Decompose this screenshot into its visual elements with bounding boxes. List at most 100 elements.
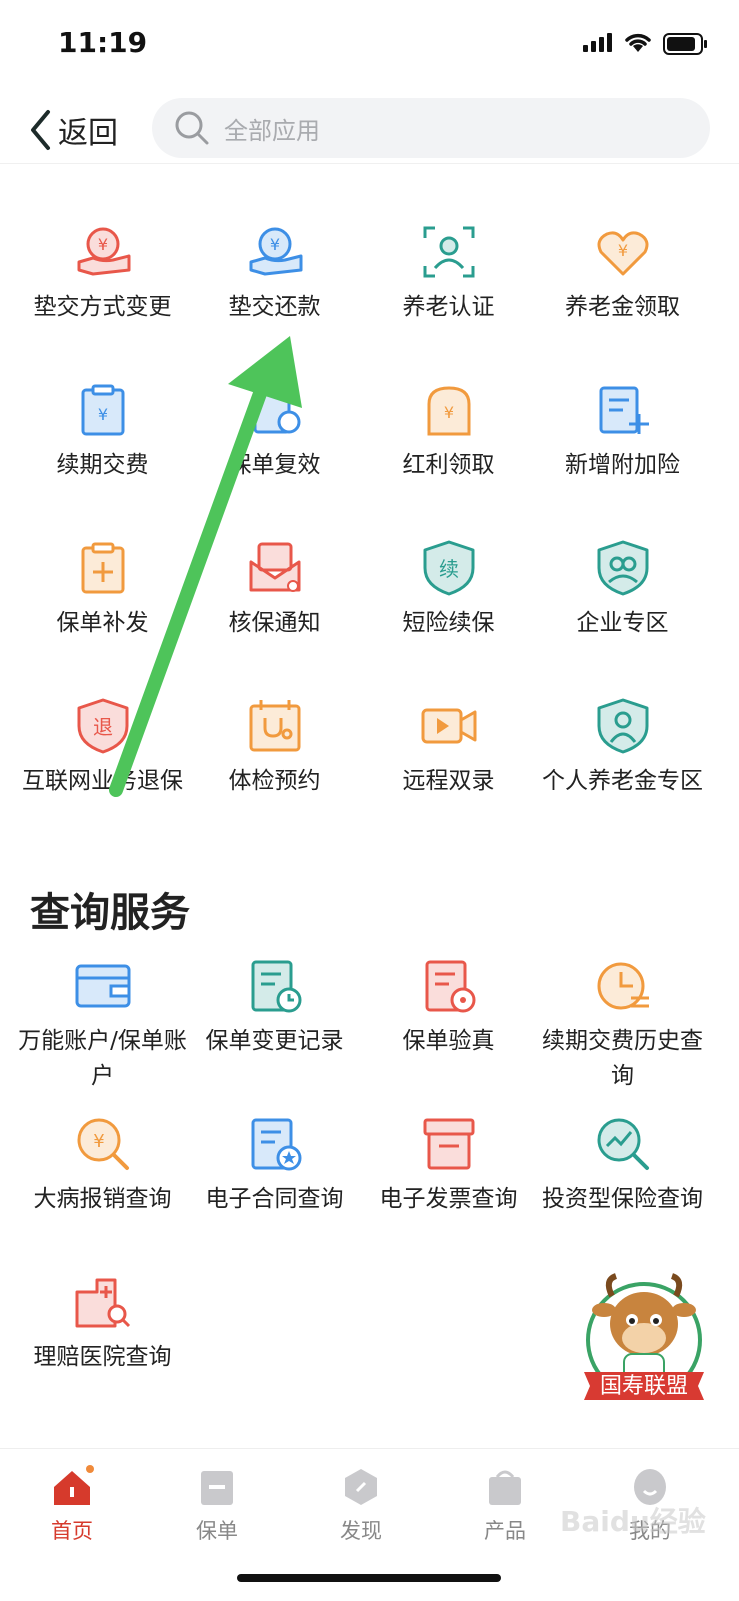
service-item[interactable]: 保单复效 xyxy=(186,380,363,483)
service-item[interactable]: 远程双录 xyxy=(360,696,537,799)
service-label: 大病报销查询 xyxy=(33,1186,172,1212)
svg-text:¥: ¥ xyxy=(443,403,453,422)
clipboard-plus-icon xyxy=(81,542,124,594)
product-bag-icon xyxy=(489,1470,521,1505)
search-placeholder: 全部应用 xyxy=(224,116,320,145)
heart-rmb-icon: ¥ xyxy=(597,231,648,276)
service-item[interactable]: 电子发票查询 xyxy=(360,1114,537,1217)
service-label: 个人养老金专区 xyxy=(542,768,703,794)
service-label: 投资型保险查询 xyxy=(542,1186,703,1212)
service-item[interactable]: 电子合同查询 xyxy=(186,1114,363,1217)
svg-text:退: 退 xyxy=(93,715,113,739)
top-bar: 返回 全部应用 xyxy=(0,92,739,164)
service-label: 续期交费 xyxy=(56,452,149,478)
service-label: 电子合同查询 xyxy=(205,1186,344,1212)
tab-home[interactable]: 首页 xyxy=(22,1465,122,1545)
shield-elder-icon xyxy=(597,698,648,754)
tab-label: 首页 xyxy=(51,1519,93,1543)
signal-icon xyxy=(583,33,612,52)
service-item[interactable]: 体检预约 xyxy=(186,696,363,799)
service-item[interactable]: 理赔医院查询 xyxy=(14,1272,191,1375)
calendar-stethoscope-icon xyxy=(249,700,300,752)
tab-policy[interactable]: 保单 xyxy=(167,1465,267,1545)
service-label: 体检预约 xyxy=(228,768,321,794)
tab-product-bag[interactable]: 产品 xyxy=(455,1465,555,1545)
search-icon xyxy=(175,111,209,145)
service-label: 保单验真 xyxy=(402,1028,495,1054)
face-scan-icon xyxy=(423,226,474,278)
service-label: 短险续保 xyxy=(402,610,495,636)
service-item[interactable]: 退互联网业务退保 xyxy=(14,696,191,799)
service-item[interactable]: 养老认证 xyxy=(360,222,537,325)
service-label: 红利领取 xyxy=(402,452,495,478)
service-item[interactable]: ¥ 养老金领取 xyxy=(534,222,711,325)
service-label: 电子发票查询 xyxy=(379,1186,518,1212)
service-item[interactable]: ¥ 红利领取 xyxy=(360,380,537,483)
clock-pie-icon xyxy=(597,962,649,1010)
service-label: 核保通知 xyxy=(228,610,321,636)
svg-text:¥: ¥ xyxy=(617,241,627,260)
invoice-box-icon xyxy=(423,1118,474,1170)
service-item[interactable]: 续期交费历史查询 xyxy=(534,956,711,1094)
document-refresh-icon xyxy=(253,386,300,434)
mascot-banner-text: 国寿联盟 xyxy=(599,1374,688,1399)
header-divider xyxy=(0,163,739,164)
service-item[interactable]: ¥ 垫交还款 xyxy=(186,222,363,325)
service-item[interactable]: 保单变更记录 xyxy=(186,956,363,1059)
envelope-user-icon xyxy=(249,542,300,592)
service-label: 理赔医院查询 xyxy=(33,1344,172,1370)
document-plus-icon xyxy=(599,386,649,434)
tab-label: 产品 xyxy=(484,1519,526,1543)
shield-group-icon xyxy=(597,540,648,596)
service-item[interactable]: 新增附加险 xyxy=(534,380,711,483)
status-time: 11:19 xyxy=(58,26,148,59)
document-clock-icon xyxy=(251,960,301,1013)
service-item[interactable]: ¥ 垫交方式变更 xyxy=(14,222,191,325)
service-item[interactable]: 投资型保险查询 xyxy=(534,1114,711,1217)
service-item[interactable]: ¥ 续期交费 xyxy=(14,380,191,483)
service-item[interactable]: 保单补发 xyxy=(14,538,191,641)
service-label: 垫交方式变更 xyxy=(33,294,172,320)
service-item[interactable]: 个人养老金专区 xyxy=(534,696,711,799)
service-label: 保单变更记录 xyxy=(205,1028,344,1054)
service-label: 互联网业务退保 xyxy=(22,768,183,794)
svg-text:¥: ¥ xyxy=(97,235,107,254)
service-label: 养老金领取 xyxy=(565,294,680,320)
mascot-badge[interactable]: 国寿联盟 xyxy=(582,1262,706,1412)
svg-text:¥: ¥ xyxy=(269,235,279,254)
svg-text:续: 续 xyxy=(439,557,459,581)
service-item[interactable]: 保单验真 xyxy=(360,956,537,1059)
tab-label: 发现 xyxy=(340,1519,382,1543)
chevron-left-icon xyxy=(31,110,50,150)
status-bar: 11:19 xyxy=(0,0,739,90)
back-label: 返回 xyxy=(58,116,118,151)
home-indicator[interactable] xyxy=(237,1574,501,1582)
service-item[interactable]: 万能账户/保单账户 xyxy=(14,956,191,1094)
battery-icon xyxy=(663,33,707,55)
hand-rmb-swap-icon: ¥ xyxy=(77,227,130,276)
service-label: 保单复效 xyxy=(228,452,321,478)
rmb-magnifier-icon: ¥ xyxy=(77,1118,129,1170)
section-title-query: 查询服务 xyxy=(30,890,190,936)
service-label: 远程双录 xyxy=(402,768,495,794)
service-label: 保单补发 xyxy=(56,610,149,636)
service-label: 续期交费历史查询 xyxy=(542,1028,703,1089)
service-label: 万能账户/保单账户 xyxy=(18,1028,187,1089)
shield-tui-icon: 退 xyxy=(77,698,128,754)
video-camera-icon xyxy=(421,708,476,744)
service-item[interactable]: 续短险续保 xyxy=(360,538,537,641)
document-badge-icon xyxy=(251,1118,301,1171)
service-item[interactable]: 核保通知 xyxy=(186,538,363,641)
search-input[interactable]: 全部应用 xyxy=(152,98,710,158)
tab-discover[interactable]: 发现 xyxy=(311,1465,411,1545)
service-item[interactable]: ¥ 大病报销查询 xyxy=(14,1114,191,1217)
clipboard-rmb-icon: ¥ xyxy=(81,384,124,436)
wifi-icon xyxy=(625,33,651,52)
service-item[interactable]: 企业专区 xyxy=(534,538,711,641)
policy-icon xyxy=(201,1471,233,1505)
service-label: 养老认证 xyxy=(402,294,495,320)
back-button[interactable]: 返回 xyxy=(28,106,118,154)
tombstone-rmb-icon: ¥ xyxy=(427,386,470,436)
tab-label: 保单 xyxy=(196,1519,238,1543)
shield-renew-icon: 续 xyxy=(423,540,474,596)
